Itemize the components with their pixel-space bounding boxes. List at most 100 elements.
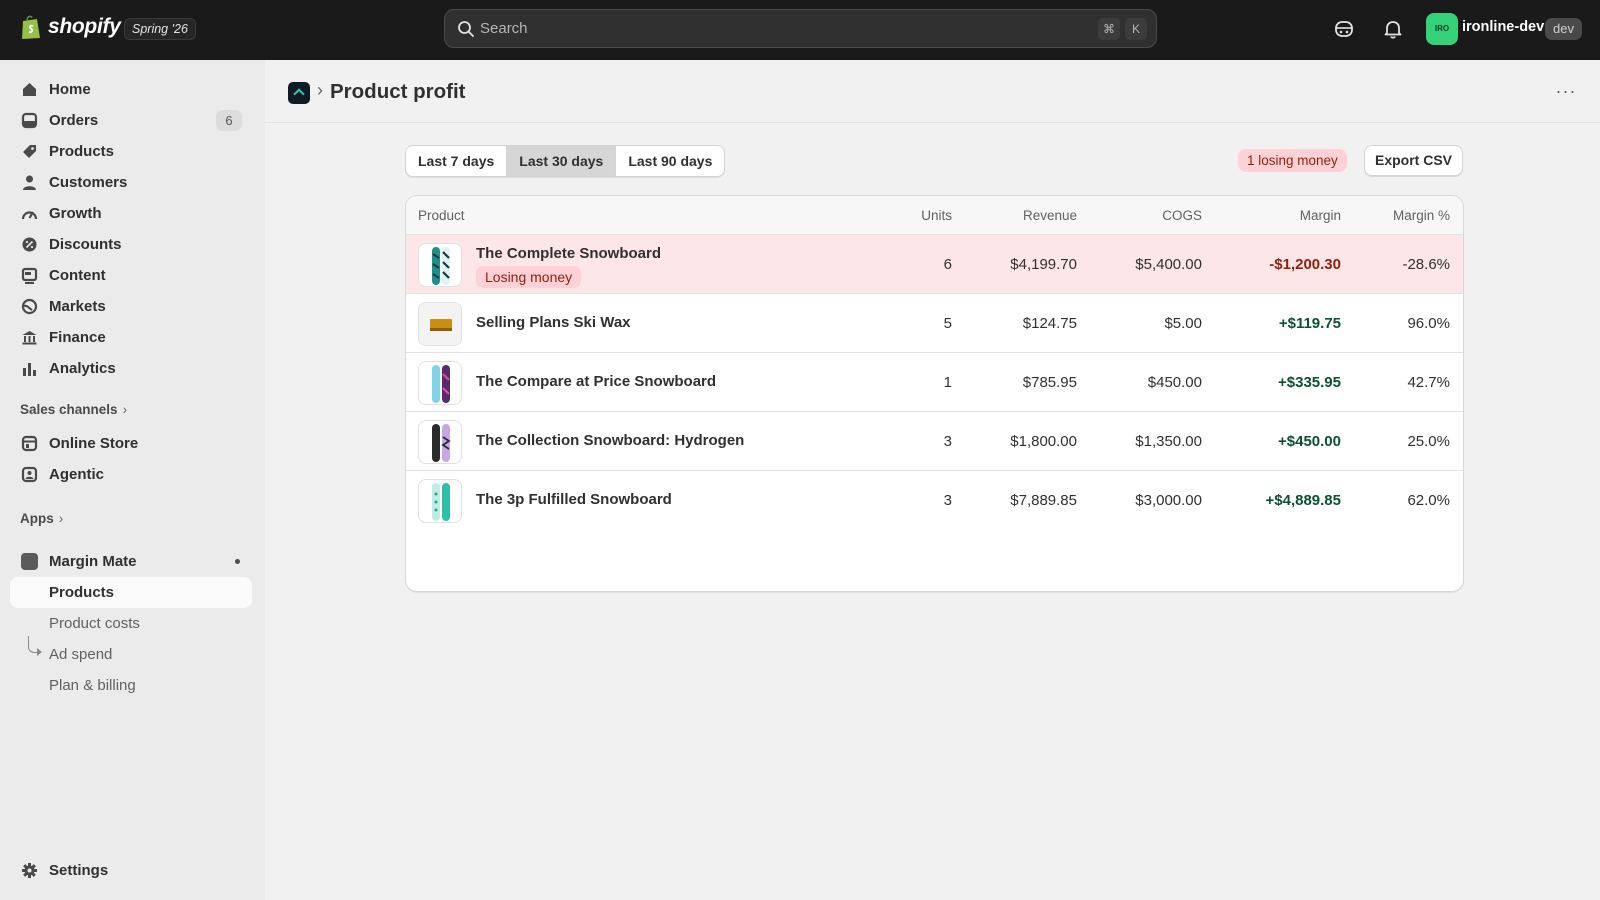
cell-cogs: $3,000.00 (1135, 492, 1202, 509)
profit-table: Product Units Revenue COGS Margin Margin… (405, 195, 1464, 592)
snowboard-image-icon (432, 424, 451, 462)
cell-cogs: $1,350.00 (1135, 433, 1202, 450)
sidebar-item-products[interactable]: Products (10, 136, 252, 167)
sidebar-item-content[interactable]: Content (10, 260, 252, 291)
cell-units: 1 (943, 374, 952, 391)
sidebar-item-growth[interactable]: Growth (10, 198, 252, 229)
sidebar-item-label: Finance (49, 329, 106, 346)
sidebar-item-label: Markets (49, 298, 106, 315)
subnav-item-label: Plan & billing (49, 677, 136, 694)
product-thumbnail (418, 302, 462, 346)
globe-icon (21, 298, 38, 315)
subnav-item-product-costs[interactable]: Product costs (10, 608, 252, 639)
range-option-30-days[interactable]: Last 30 days (507, 146, 617, 176)
losing-money-summary-badge: 1 losing money (1238, 149, 1347, 172)
page-title: Product profit (330, 80, 466, 103)
sidebar-item-discounts[interactable]: Discounts (10, 229, 252, 260)
cell-revenue: $785.95 (1022, 374, 1077, 391)
store-name[interactable]: ironline-dev (1462, 19, 1544, 35)
bell-icon[interactable] (1381, 17, 1405, 41)
header-margin[interactable]: Margin (1300, 208, 1341, 223)
table-row[interactable]: Selling Plans Ski Wax 5 $124.75 $5.00 +$… (406, 294, 1463, 353)
sidebar-item-analytics[interactable]: Analytics (10, 353, 252, 384)
cell-margin-pct: 96.0% (1407, 315, 1450, 332)
brand-wordmark: shopify (48, 15, 121, 38)
margin-mate-app-icon (21, 553, 38, 570)
sidebar-item-home[interactable]: Home (10, 74, 252, 105)
range-option-90-days[interactable]: Last 90 days (616, 146, 724, 176)
product-name[interactable]: The Compare at Price Snowboard (476, 373, 716, 390)
sidebar-item-agentic[interactable]: Agentic (10, 459, 252, 490)
product-name[interactable]: Selling Plans Ski Wax (476, 314, 631, 331)
sidebar: Home Orders 6 Products Customers Growth … (0, 60, 265, 900)
sidebar-item-finance[interactable]: Finance (10, 322, 252, 353)
chevron-right-icon: › (58, 511, 64, 526)
search-bar[interactable]: Search ⌘ K (444, 9, 1157, 48)
header-units[interactable]: Units (921, 208, 952, 223)
cell-revenue: $4,199.70 (1010, 256, 1077, 273)
sidebar-item-settings[interactable]: Settings (10, 855, 252, 886)
sidebar-item-margin-mate[interactable]: Margin Mate (10, 546, 252, 577)
shopify-bag-icon (22, 15, 40, 39)
sidebar-item-label: Margin Mate (49, 553, 137, 570)
agent-icon (21, 466, 38, 483)
sidebar-item-customers[interactable]: Customers (10, 167, 252, 198)
edition-badge: Spring '26 (124, 18, 196, 40)
subnav-item-label: Products (49, 584, 115, 601)
sidebar-item-markets[interactable]: Markets (10, 291, 252, 322)
cell-margin: +$450.00 (1278, 433, 1341, 450)
sidebar-item-orders[interactable]: Orders 6 (10, 105, 252, 136)
cell-cogs: $5,400.00 (1135, 256, 1202, 273)
more-actions-button[interactable]: ··· (1552, 80, 1580, 104)
cell-cogs: $5.00 (1164, 315, 1202, 332)
table-row[interactable]: The 3p Fulfilled Snowboard 3 $7,889.85 $… (406, 471, 1463, 530)
subnav-item-products[interactable]: Products (10, 577, 252, 608)
sidebar-item-online-store[interactable]: Online Store (10, 428, 252, 459)
sidebar-item-label: Online Store (49, 435, 139, 452)
product-name[interactable]: The Collection Snowboard: Hydrogen (476, 432, 744, 449)
table-row[interactable]: The Collection Snowboard: Hydrogen 3 $1,… (406, 412, 1463, 471)
subnav-item-plan-billing[interactable]: Plan & billing (10, 670, 252, 701)
product-thumbnail (418, 420, 462, 464)
header-cogs[interactable]: COGS (1162, 208, 1202, 223)
store-avatar[interactable]: IRO (1426, 13, 1458, 45)
apps-heading[interactable]: Apps › (20, 511, 63, 526)
home-icon (23, 83, 36, 96)
sidekick-icon[interactable] (1332, 17, 1356, 41)
product-thumbnail (418, 479, 462, 523)
store-env-badge: dev (1545, 18, 1582, 40)
table-header: Product Units Revenue COGS Margin Margin… (406, 196, 1463, 235)
shortcut-k-key: K (1125, 18, 1147, 40)
search-placeholder: Search (480, 20, 528, 37)
person-icon (23, 175, 36, 190)
product-name[interactable]: The 3p Fulfilled Snowboard (476, 491, 672, 508)
range-option-7-days[interactable]: Last 7 days (406, 146, 508, 176)
shopify-logo[interactable]: shopify (20, 14, 121, 40)
sidebar-item-label: Settings (49, 862, 109, 879)
sales-channels-heading[interactable]: Sales channels › (20, 402, 127, 417)
product-name[interactable]: The Complete Snowboard (476, 245, 661, 262)
table-row[interactable]: The Compare at Price Snowboard 1 $785.95… (406, 353, 1463, 412)
cell-margin: -$1,200.30 (1269, 256, 1341, 273)
margin-mate-logo-icon[interactable] (288, 82, 310, 104)
table-row[interactable]: The Complete Snowboard Losing money 6 $4… (406, 235, 1463, 294)
subnav-item-label: Product costs (49, 615, 140, 632)
search-icon (458, 21, 474, 37)
snowboard-image-icon (432, 365, 450, 403)
cell-margin-pct: -28.6% (1402, 256, 1450, 273)
subnav-item-ad-spend[interactable]: Ad spend (10, 639, 252, 670)
sidebar-item-label: Home (49, 81, 91, 98)
sidebar-item-label: Content (49, 267, 106, 284)
header-revenue[interactable]: Revenue (1023, 208, 1077, 223)
export-csv-button[interactable]: Export CSV (1364, 145, 1463, 176)
snowboard-image-icon (432, 483, 450, 521)
header-product[interactable]: Product (418, 208, 465, 223)
cell-units: 6 (943, 256, 952, 273)
cell-margin: +$4,889.85 (1265, 492, 1342, 509)
sidebar-item-label: Customers (49, 174, 128, 191)
cell-revenue: $1,800.00 (1010, 433, 1077, 450)
orders-count-badge: 6 (216, 110, 242, 131)
orders-icon (21, 112, 38, 129)
store-icon (21, 435, 38, 452)
header-margin-pct[interactable]: Margin % (1393, 208, 1450, 223)
